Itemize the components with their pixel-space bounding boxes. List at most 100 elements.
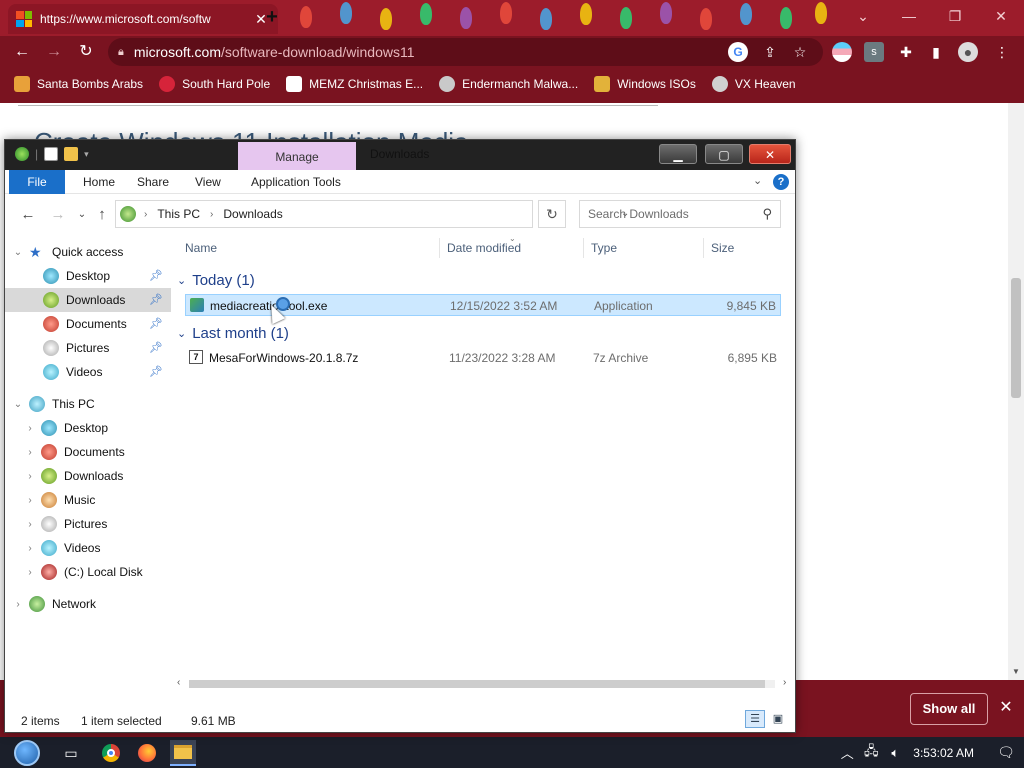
column-divider[interactable] — [703, 238, 704, 258]
tab-application-tools[interactable]: Application Tools — [239, 170, 353, 194]
tab-view[interactable]: View — [183, 170, 233, 194]
extension-flag-icon[interactable] — [832, 42, 852, 62]
maximize-button[interactable]: ▢ — [705, 144, 743, 164]
column-header-name[interactable]: Name — [185, 241, 217, 255]
nav-quick-documents[interactable]: Documents 📌︎ — [5, 312, 171, 336]
chrome-icon[interactable] — [98, 740, 124, 766]
pin-icon[interactable]: 📌︎ — [149, 341, 163, 354]
expand-chevron-icon[interactable]: › — [23, 519, 37, 530]
extensions-puzzle-icon[interactable]: ✚ — [896, 42, 916, 62]
bookmark-item[interactable]: VX Heaven — [711, 76, 796, 92]
horizontal-scrollbar[interactable]: ‹ › — [171, 676, 795, 692]
bookmark-star-icon[interactable]: ☆ — [790, 42, 810, 62]
show-all-downloads-button[interactable]: Show all — [910, 693, 988, 725]
browser-restore-button[interactable]: ❐ — [932, 0, 978, 32]
firefox-icon[interactable] — [134, 740, 160, 766]
nav-pc-pictures[interactable]: › Pictures — [5, 512, 171, 536]
nav-quick-videos[interactable]: Videos 📌︎ — [5, 360, 171, 384]
column-divider[interactable] — [583, 238, 584, 258]
expand-chevron-icon[interactable]: › — [23, 447, 37, 458]
nav-quick-downloads[interactable]: Downloads 📌︎ — [5, 288, 171, 312]
new-tab-button[interactable]: + — [262, 6, 282, 28]
scrollbar-thumb[interactable] — [1011, 278, 1021, 398]
group-header-last-month[interactable]: ⌄ Last month (1) — [177, 322, 289, 344]
task-view-icon[interactable]: ▭ — [58, 740, 84, 766]
pin-icon[interactable]: 📌︎ — [149, 269, 163, 282]
search-input[interactable]: Search Downloads ⚲ — [579, 200, 781, 228]
nav-quick-access[interactable]: ⌄ ★ Quick access — [5, 240, 171, 264]
side-panel-icon[interactable]: ▮ — [926, 42, 946, 62]
file-explorer-taskbar-icon[interactable] — [170, 740, 196, 766]
manage-contextual-tab[interactable]: Manage — [238, 142, 356, 170]
bookmark-item[interactable]: Endermanch Malwa... — [439, 76, 578, 92]
expand-chevron-icon[interactable]: › — [23, 423, 37, 434]
column-header-type[interactable]: Type — [591, 241, 617, 255]
minimize-button[interactable]: ▁ — [659, 144, 697, 164]
breadcrumb-this-pc[interactable]: This PC — [157, 207, 200, 221]
tab-file[interactable]: File — [9, 170, 65, 194]
collapse-chevron-icon[interactable]: ⌄ — [11, 399, 25, 410]
extension-s-icon[interactable]: s — [864, 42, 884, 62]
start-button[interactable] — [8, 739, 46, 767]
details-view-icon[interactable]: ☰ — [745, 710, 765, 728]
browser-minimize-button[interactable]: — — [886, 0, 932, 32]
show-hidden-icons-icon[interactable]: ︿ — [835, 743, 859, 762]
pin-icon[interactable]: 📌︎ — [149, 293, 163, 306]
app-icon[interactable] — [15, 147, 29, 161]
bookmark-item[interactable]: MEMZ Christmas E... — [286, 76, 423, 92]
group-header-today[interactable]: ⌄ Today (1) — [177, 269, 255, 291]
close-download-bar-icon[interactable]: ✕ — [996, 698, 1016, 718]
volume-icon[interactable]: 🔈︎ — [883, 745, 907, 761]
nav-this-pc[interactable]: ⌄ This PC — [5, 392, 171, 416]
recent-locations-chevron-icon[interactable]: ⌄ — [73, 209, 91, 220]
nav-quick-desktop[interactable]: Desktop 📌︎ — [5, 264, 171, 288]
tab-share[interactable]: Share — [125, 170, 181, 194]
bookmark-item[interactable]: Windows ISOs — [594, 76, 696, 92]
address-bar[interactable]: 🔒︎ microsoft.com/software-download/windo… — [108, 38, 823, 66]
nav-pc-local-disk[interactable]: › (C:) Local Disk — [5, 560, 171, 584]
properties-icon[interactable] — [44, 147, 59, 161]
back-arrow-icon[interactable]: ← — [19, 206, 37, 223]
scroll-down-arrow-icon[interactable]: ▼ — [1011, 667, 1021, 676]
bookmark-item[interactable]: Santa Bombs Arabs — [14, 76, 143, 92]
browser-menu-icon[interactable]: ⋮ — [992, 42, 1012, 62]
column-divider[interactable] — [439, 238, 440, 258]
forward-arrow-icon[interactable]: → — [49, 206, 67, 223]
close-button[interactable]: ✕ — [749, 144, 791, 164]
browser-close-button[interactable]: ✕ — [978, 0, 1024, 32]
nav-quick-pictures[interactable]: Pictures 📌︎ — [5, 336, 171, 360]
nav-network[interactable]: › Network — [5, 592, 171, 616]
collapse-group-chevron-icon[interactable]: ⌄ — [177, 327, 186, 340]
tab-home[interactable]: Home — [71, 170, 127, 194]
collapse-group-chevron-icon[interactable]: ⌄ — [177, 274, 186, 287]
bookmark-item[interactable]: South Hard Pole — [159, 76, 270, 92]
browser-tab[interactable]: https://www.microsoft.com/softw ✕ — [8, 4, 278, 34]
breadcrumb-downloads[interactable]: Downloads — [223, 207, 282, 221]
network-icon[interactable]: 🖧︎ — [859, 742, 883, 764]
refresh-button[interactable]: ↻ — [538, 200, 566, 228]
nav-pc-downloads[interactable]: › Downloads — [5, 464, 171, 488]
column-header-date-modified[interactable]: Date modified — [447, 241, 521, 255]
expand-chevron-icon[interactable]: › — [23, 543, 37, 554]
action-center-icon[interactable]: 🗨︎ — [988, 744, 1024, 761]
nav-pc-music[interactable]: › Music — [5, 488, 171, 512]
share-icon[interactable]: ⇪ — [760, 42, 780, 62]
back-arrow-icon[interactable]: ← — [10, 40, 34, 64]
google-lens-icon[interactable]: G — [728, 42, 748, 62]
pin-icon[interactable]: 📌︎ — [149, 317, 163, 330]
tab-search-button[interactable]: ⌄ — [840, 0, 886, 32]
table-row[interactable]: 7 MesaForWindows-20.1.8.7z 11/23/2022 3:… — [185, 347, 781, 369]
explorer-titlebar[interactable]: | ▾ Manage Downloads ▁ ▢ ✕ — [5, 140, 795, 170]
scroll-right-arrow-icon[interactable]: › — [783, 677, 786, 688]
reload-icon[interactable]: ↻ — [74, 40, 98, 64]
nav-pc-documents[interactable]: › Documents — [5, 440, 171, 464]
profile-avatar-icon[interactable]: ● — [958, 42, 978, 62]
expand-ribbon-chevron-icon[interactable]: ⌄ — [753, 174, 762, 187]
expand-chevron-icon[interactable]: › — [23, 567, 37, 578]
page-scrollbar[interactable]: ▼ — [1008, 103, 1024, 680]
nav-pc-videos[interactable]: › Videos — [5, 536, 171, 560]
column-header-size[interactable]: Size — [711, 241, 734, 255]
expand-chevron-icon[interactable]: › — [23, 495, 37, 506]
pin-icon[interactable]: 📌︎ — [149, 365, 163, 378]
large-icons-view-icon[interactable]: ▣ — [769, 710, 787, 728]
